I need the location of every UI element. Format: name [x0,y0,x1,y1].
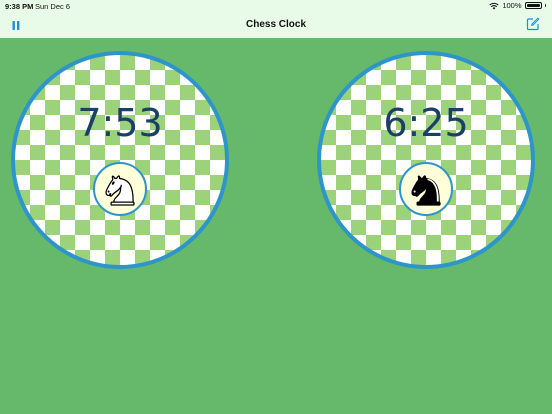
battery-fill [526,4,540,7]
status-indicators: 100% [489,1,546,10]
black-clock-time: 6:25 [383,101,469,145]
page-title: Chess Clock [245,19,307,30]
black-piece-badge [399,162,453,216]
edit-button[interactable] [526,17,540,31]
battery-icon [524,2,542,9]
white-player-clock[interactable]: 7:53 [11,51,229,269]
wifi-icon [489,2,499,9]
white-piece-badge [93,162,147,216]
edit-icon [526,17,540,31]
status-bar: 9:38 PM Sun Dec 6 100% [0,0,552,11]
black-player-clock[interactable]: 6:25 [317,51,535,269]
battery-tip [544,4,546,7]
white-clock-time: 7:53 [77,101,163,145]
navigation-header: 9:38 PM Sun Dec 6 100% Chess Clock [0,0,552,38]
black-knight-icon [411,175,441,206]
status-time: 9:38 PM [5,2,34,11]
white-knight-icon [105,175,135,206]
status-date: Sun Dec 6 [35,2,71,11]
battery-percent: 100% [502,1,522,10]
